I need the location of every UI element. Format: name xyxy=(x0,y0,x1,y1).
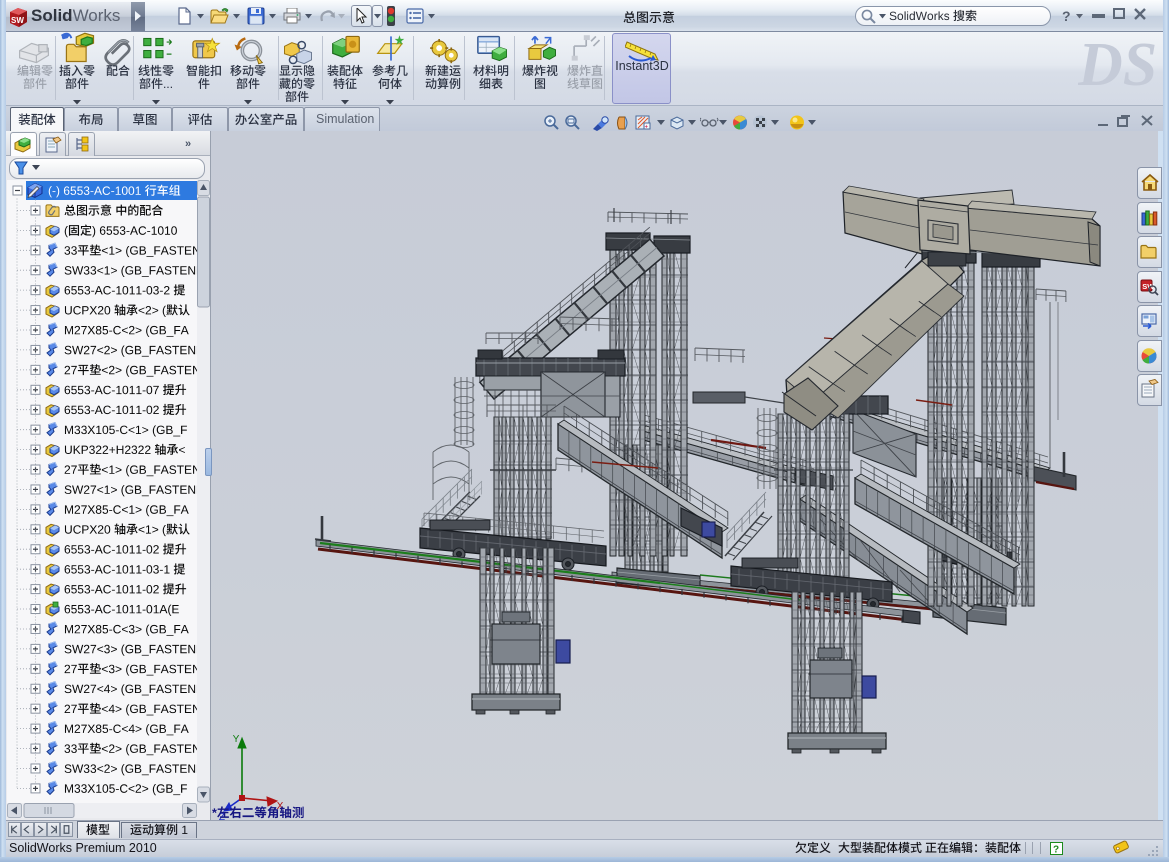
svg-text:+: + xyxy=(645,125,649,131)
svg-text:?: ? xyxy=(1053,845,1059,856)
svg-text:SW: SW xyxy=(11,16,24,25)
